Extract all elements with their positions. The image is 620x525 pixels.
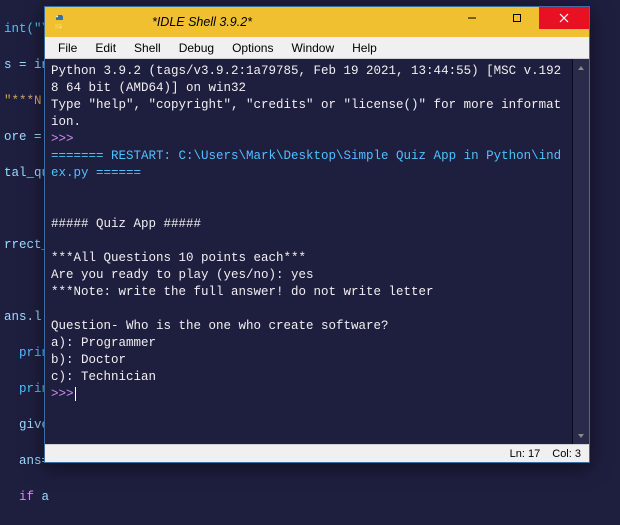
menu-window[interactable]: Window <box>282 39 343 57</box>
titlebar[interactable]: *IDLE Shell 3.9.2* <box>45 7 589 37</box>
python-banner: Python 3.9.2 (tags/v3.9.2:1a79785, Feb 1… <box>51 64 561 95</box>
close-button[interactable] <box>539 7 589 29</box>
menu-help[interactable]: Help <box>343 39 386 57</box>
output-line: ***Note: write the full answer! do not w… <box>51 285 434 299</box>
menubar: File Edit Shell Debug Options Window Hel… <box>45 37 589 59</box>
status-line: Ln: 17 <box>510 448 541 460</box>
minimize-button[interactable] <box>449 7 494 29</box>
menu-file[interactable]: File <box>49 39 86 57</box>
menu-shell[interactable]: Shell <box>125 39 170 57</box>
menu-debug[interactable]: Debug <box>170 39 223 57</box>
status-col: Col: 3 <box>552 448 581 460</box>
idle-shell-window: *IDLE Shell 3.9.2* File Edit Shell Debug… <box>44 6 590 463</box>
vertical-scrollbar[interactable] <box>572 59 589 444</box>
statusbar: Ln: 17 Col: 3 <box>45 444 589 462</box>
output-line: Question- Who is the one who create soft… <box>51 319 389 333</box>
shell-body: Python 3.9.2 (tags/v3.9.2:1a79785, Feb 1… <box>45 59 589 444</box>
output-line: c): Technician <box>51 370 156 384</box>
shell-text-area[interactable]: Python 3.9.2 (tags/v3.9.2:1a79785, Feb 1… <box>45 59 572 444</box>
output-line: ***All Questions 10 points each*** <box>51 251 306 265</box>
window-title: *IDLE Shell 3.9.2* <box>0 15 449 29</box>
scroll-down-icon[interactable] <box>573 427 589 444</box>
python-banner-help: Type "help", "copyright", "credits" or "… <box>51 98 561 129</box>
prompt: >>> <box>51 387 74 401</box>
scroll-up-icon[interactable] <box>573 59 589 76</box>
output-line: Are you ready to play (yes/no): <box>51 268 291 282</box>
prompt: >>> <box>51 132 81 146</box>
window-controls <box>449 7 589 29</box>
output-line: ##### Quiz App ##### <box>51 217 201 231</box>
output-line: b): Doctor <box>51 353 126 367</box>
user-input: yes <box>291 268 314 282</box>
maximize-button[interactable] <box>494 7 539 29</box>
restart-line: ======= RESTART: C:\Users\Mark\Desktop\S… <box>51 149 561 180</box>
output-line: a): Programmer <box>51 336 156 350</box>
menu-edit[interactable]: Edit <box>86 39 125 57</box>
text-cursor <box>75 387 76 401</box>
scroll-track[interactable] <box>573 76 589 427</box>
menu-options[interactable]: Options <box>223 39 282 57</box>
